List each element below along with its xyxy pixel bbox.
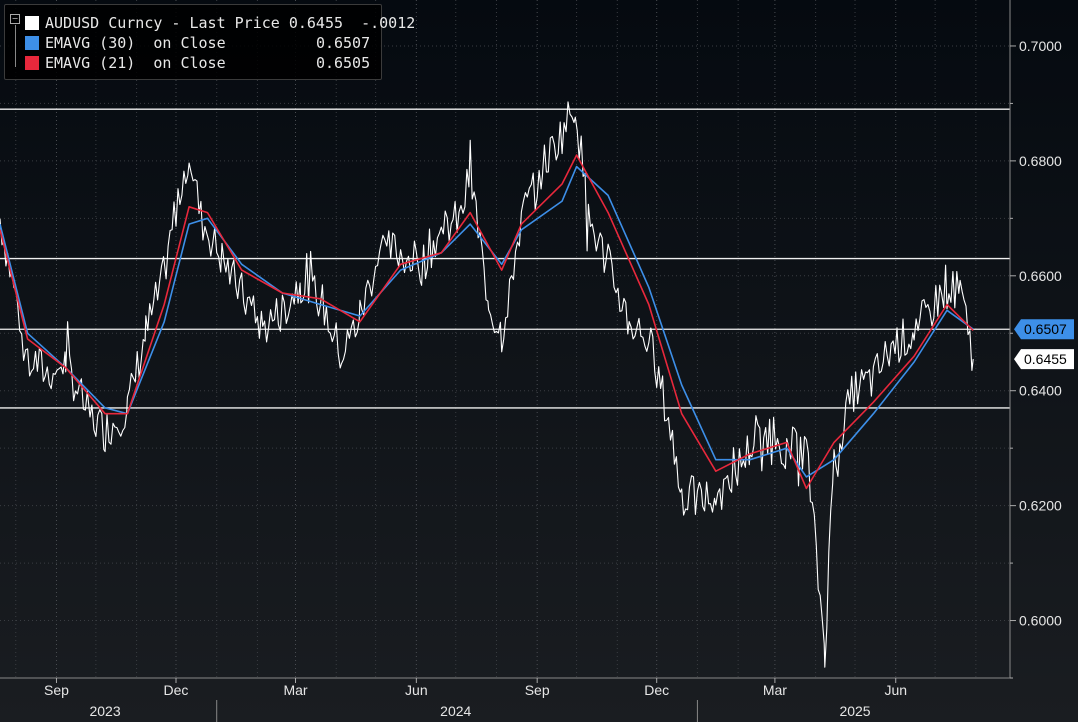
x-year-label: 2023: [89, 703, 120, 719]
x-year-label: 2024: [440, 703, 471, 719]
legend-tree-line: [15, 25, 16, 67]
x-tick-label: Sep: [44, 682, 69, 698]
legend-collapse-icon[interactable]: −: [10, 14, 20, 24]
price-line: [0, 101, 974, 668]
x-tick-label: Mar: [763, 682, 787, 698]
legend-swatch-ema21: [25, 56, 39, 70]
legend-value-price: 0.6455: [288, 14, 344, 32]
legend-item-ema21: EMAVG (21) on Close 0.6505: [25, 53, 370, 73]
legend-value-ema21: 0.6505: [315, 54, 371, 72]
y-tick-label: 0.6000: [1019, 613, 1062, 629]
legend-label-ema21: EMAVG (21) on Close: [45, 54, 226, 72]
last-value-tag-text: 0.6507: [1024, 321, 1067, 337]
legend-value-ema30: 0.6507: [315, 34, 371, 52]
x-tick-label: Dec: [644, 682, 669, 698]
legend-item-ema30: EMAVG (30) on Close 0.6507: [25, 33, 370, 53]
y-tick-label: 0.6400: [1019, 383, 1062, 399]
chart-plot: 0.6000 0.6200 0.6400 0.6600 0.6800 0.7000 Sep…: [0, 0, 1074, 722]
last-value-tag-ema30: 0.6507: [1014, 319, 1074, 340]
y-tick-label: 0.6200: [1019, 498, 1062, 514]
y-tick-label: 0.6600: [1019, 268, 1062, 284]
y-tick-label: 0.7000: [1019, 38, 1062, 54]
chart: 0.6000 0.6200 0.6400 0.6600 0.6800 0.7000 Sep…: [0, 0, 1078, 722]
x-tick-label: Sep: [525, 682, 550, 698]
x-year-label: 2025: [839, 703, 870, 719]
legend: − AUDUSD Curncy - Last Price 0.6455 -.00…: [4, 4, 415, 80]
legend-label-price: AUDUSD Curncy - Last Price: [45, 14, 280, 32]
last-value-tag-price: 0.6455: [1014, 349, 1074, 370]
legend-change-price: -.0012: [361, 14, 416, 32]
last-value-tag-text: 0.6455: [1024, 351, 1067, 367]
x-tick-label: Dec: [164, 682, 189, 698]
x-tick-label: Mar: [283, 682, 307, 698]
y-tick-label: 0.6800: [1019, 153, 1062, 169]
legend-item-price: AUDUSD Curncy - Last Price 0.6455 -.0012: [25, 13, 415, 33]
legend-swatch-ema30: [25, 36, 39, 50]
x-tick-label: Jun: [405, 682, 428, 698]
legend-label-ema30: EMAVG (30) on Close: [45, 34, 226, 52]
legend-swatch-price: [25, 16, 39, 30]
x-tick-label: Jun: [884, 682, 907, 698]
